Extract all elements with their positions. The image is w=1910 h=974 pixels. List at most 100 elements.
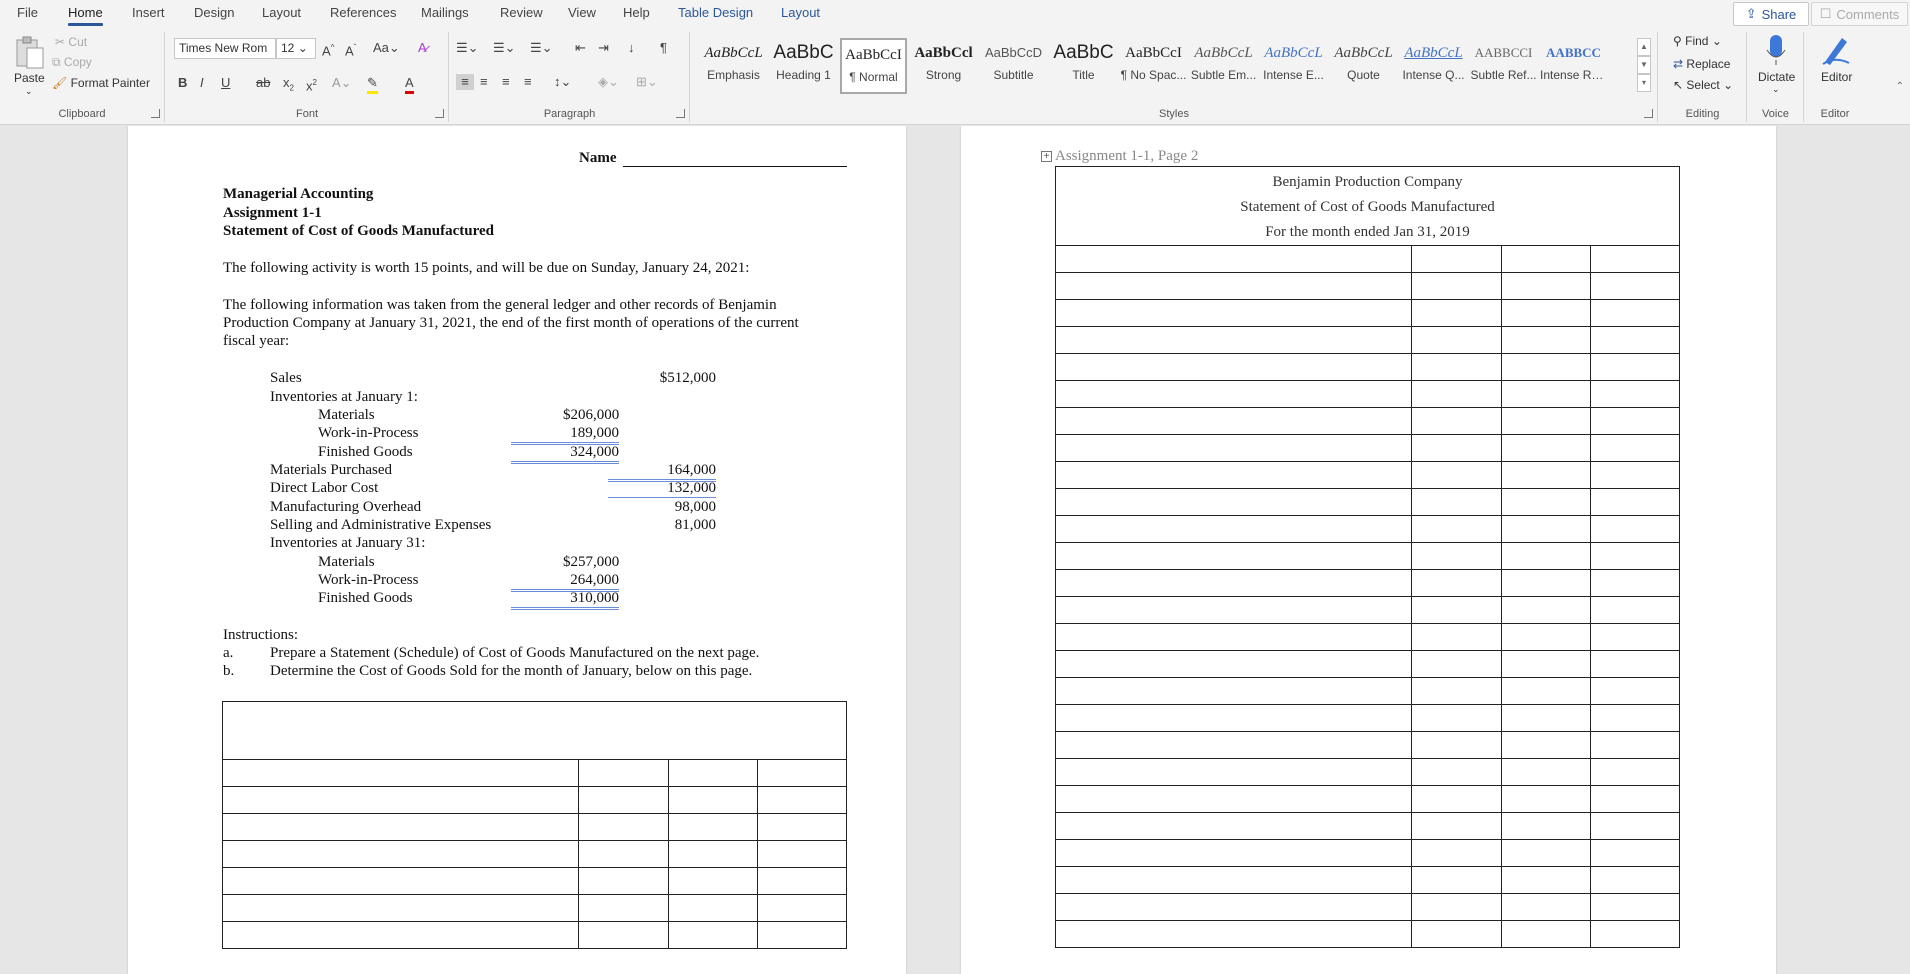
table-cell[interactable] [1411,704,1502,732]
table-row[interactable] [1055,380,1680,408]
format-painter-button[interactable]: 🖌 Format Painter [52,76,150,90]
table-cell[interactable] [1590,245,1680,273]
font-size-combo[interactable]: 12 ⌄ [276,38,316,59]
table-cell[interactable] [1411,758,1502,786]
find-button[interactable]: ⚲ Find ⌄ [1673,34,1722,48]
table-cell[interactable] [578,813,669,841]
table-row[interactable] [1055,650,1680,678]
table-cell[interactable] [578,921,669,949]
bold-icon[interactable]: B [178,75,187,91]
replace-button[interactable]: ⇄ Replace [1673,57,1730,71]
table-cell[interactable] [1501,569,1591,597]
tab-file[interactable]: File [17,5,38,20]
increase-indent-icon[interactable]: ⇥ [598,40,609,56]
table-cell[interactable] [1411,299,1502,327]
table-cell[interactable] [668,867,758,895]
style-heading-1[interactable]: AaBbC Heading 1 [770,38,837,94]
shading-icon[interactable]: ◈⌄ [598,74,619,90]
table-cell[interactable] [1055,731,1412,759]
table-cell[interactable] [1055,515,1412,543]
table-cell[interactable] [1590,677,1680,705]
table-cell[interactable] [1411,920,1502,948]
table-row[interactable] [1055,920,1680,948]
table-cell[interactable] [1590,650,1680,678]
table-cell[interactable] [1411,596,1502,624]
table-cell[interactable] [1501,866,1591,894]
table-row[interactable] [1055,488,1680,516]
align-right-icon[interactable]: ≡ [502,74,510,90]
tab-references[interactable]: References [330,5,396,20]
table-row[interactable] [1055,731,1680,759]
table-header-row[interactable] [222,701,847,760]
table-cell[interactable] [1501,407,1591,435]
table-cell[interactable] [1501,920,1591,948]
table-cell[interactable] [578,786,669,814]
table-cell[interactable] [1411,380,1502,408]
table-cell[interactable] [1411,326,1502,354]
clipboard-launcher-icon[interactable] [151,109,160,118]
tab-mailings[interactable]: Mailings [421,5,469,20]
table-cell[interactable] [222,921,579,949]
table-cell[interactable] [1055,785,1412,813]
table-row[interactable] [1055,812,1680,840]
table-cell[interactable] [1501,272,1591,300]
table-row[interactable] [222,840,847,868]
statement-table[interactable]: Benjamin Production Company Statement of… [1055,166,1680,948]
table-cell[interactable] [1501,650,1591,678]
table-cell[interactable] [1590,704,1680,732]
tab-table-design[interactable]: Table Design [678,5,753,20]
style-intense-emphasis[interactable]: AaBbCcL Intense E... [1260,38,1327,94]
table-cell[interactable] [668,921,758,949]
paste-button[interactable]: Paste ⌄ [8,34,50,96]
table-cell[interactable] [1501,893,1591,921]
table-cell[interactable] [1055,542,1412,570]
cogs-table[interactable] [222,701,847,949]
table-cell[interactable] [757,813,847,841]
table-cell[interactable] [1590,893,1680,921]
table-row[interactable] [1055,893,1680,921]
style-subtle-reference[interactable]: AABBCCI Subtle Ref... [1470,38,1537,94]
table-cell[interactable] [1501,353,1591,381]
table-cell[interactable] [1055,353,1412,381]
table-cell[interactable] [757,921,847,949]
table-row[interactable] [1055,353,1680,381]
table-cell[interactable] [222,867,579,895]
table-cell[interactable] [222,894,579,922]
table-cell[interactable] [1590,785,1680,813]
table-row[interactable] [222,759,847,787]
table-cell[interactable] [1055,650,1412,678]
table-cell[interactable] [1055,893,1412,921]
style-normal[interactable]: AaBbCcI ¶ Normal [840,38,907,94]
sort-icon[interactable]: ↓ [628,40,635,56]
table-cell[interactable] [1501,380,1591,408]
tab-design[interactable]: Design [194,5,234,20]
shrink-font-icon[interactable]: Aˇ [345,40,356,59]
table-cell[interactable] [222,759,579,787]
table-cell[interactable] [1501,731,1591,759]
table-cell[interactable] [1411,272,1502,300]
table-row[interactable] [1055,758,1680,786]
table-cell[interactable] [1501,704,1591,732]
table-cell[interactable] [222,813,579,841]
name-line[interactable] [623,166,847,167]
table-cell[interactable] [1055,839,1412,867]
table-row[interactable] [1055,542,1680,570]
table-cell[interactable] [668,894,758,922]
numbering-icon[interactable]: ☰⌄ [493,40,516,56]
table-row[interactable] [222,813,847,841]
style-strong[interactable]: AaBbCcl Strong [910,38,977,94]
highlight-icon[interactable]: ✎ [367,75,378,94]
tab-home[interactable]: Home [68,5,103,26]
table-cell[interactable] [1501,488,1591,516]
table-cell[interactable] [1501,542,1591,570]
align-center-icon[interactable]: ≡ [480,74,488,90]
table-row[interactable] [1055,623,1680,651]
statement-header-row[interactable]: Benjamin Production Company Statement of… [1055,166,1680,246]
table-cell[interactable] [1411,731,1502,759]
grow-font-icon[interactable]: A^ [322,40,334,59]
table-cell[interactable] [1055,488,1412,516]
tab-table-layout[interactable]: Layout [781,5,820,20]
table-row[interactable] [1055,245,1680,273]
superscript-icon[interactable]: x2 [306,75,317,94]
table-cell[interactable] [1055,245,1412,273]
